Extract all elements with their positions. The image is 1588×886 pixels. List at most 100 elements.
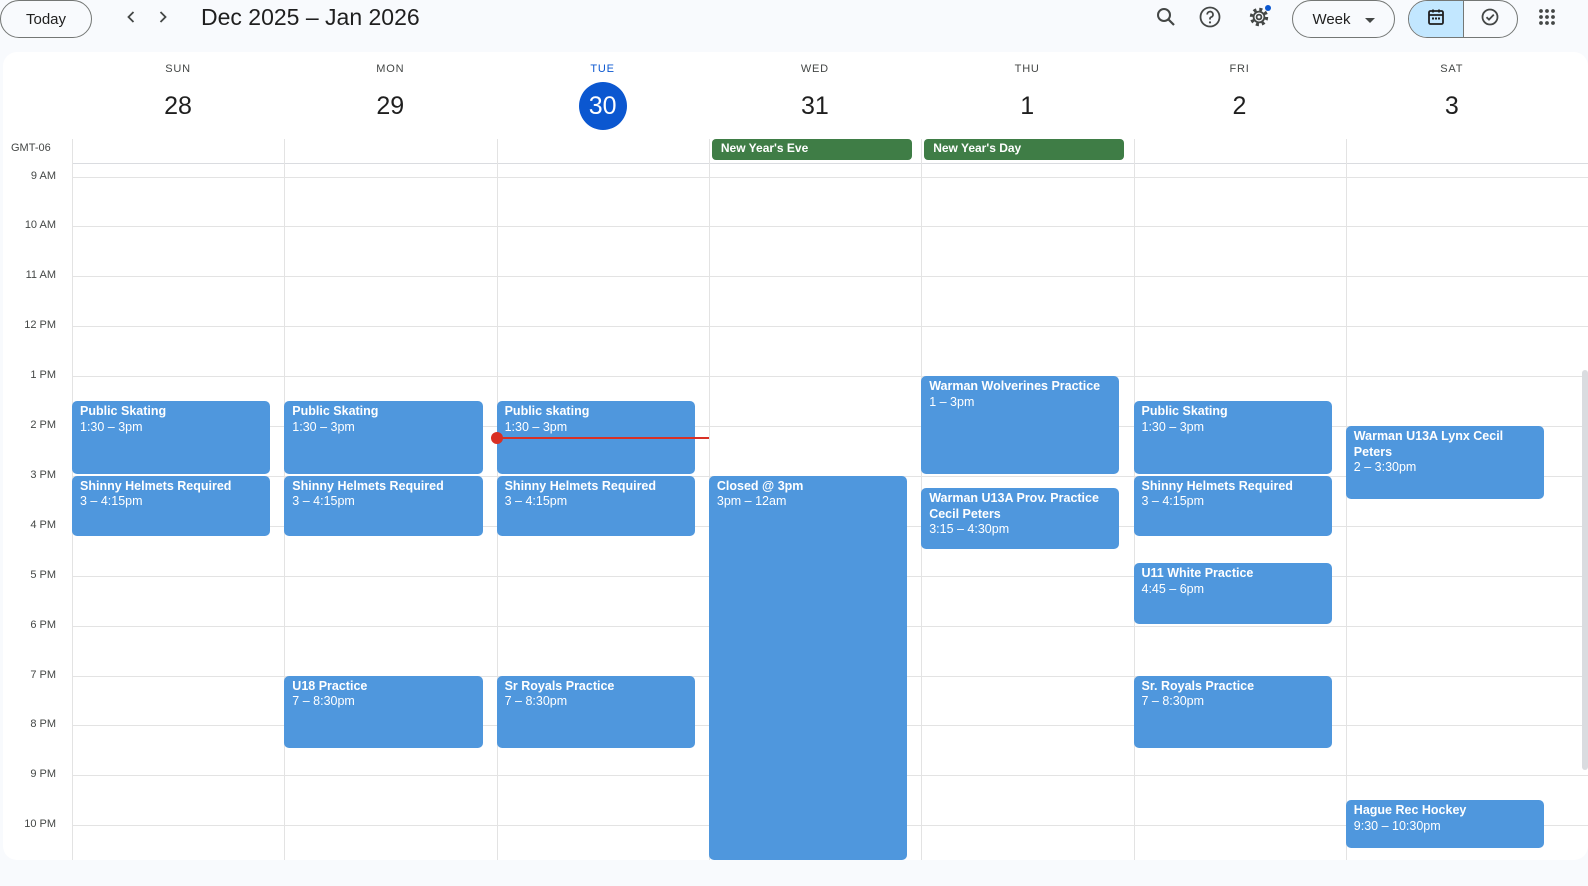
view-selector[interactable]: Week: [1292, 0, 1395, 38]
event-title: Sr Royals Practice: [504, 678, 615, 693]
hour-label: 9 PM: [30, 768, 56, 781]
date-number[interactable]: 31: [791, 82, 839, 130]
event-time: 7 – 8:30pm: [292, 694, 355, 708]
calendar-event[interactable]: Public Skating 1:30 – 3pm: [72, 401, 271, 474]
event-time: 1:30 – 3pm: [292, 419, 355, 434]
calendar-event[interactable]: Shinny Helmets Required 3 – 4:15pm: [72, 475, 271, 537]
event-title: Public Skating: [80, 404, 167, 419]
date-range-title: Dec 2025 – Jan 2026: [201, 4, 420, 30]
calendar-event[interactable]: Closed @ 3pm 3pm – 12am: [708, 475, 908, 860]
event-title: Shinny Helmets Required: [292, 478, 444, 493]
hour-label: 8 PM: [30, 718, 56, 731]
day-of-week-label: THU: [1014, 63, 1040, 75]
date-number[interactable]: 1: [1003, 82, 1051, 130]
hour-label: 6 PM: [30, 618, 56, 631]
hour-label: 10 AM: [24, 219, 56, 232]
calendar-event[interactable]: Warman Wolverines Practice 1 – 3pm: [921, 376, 1120, 474]
calendar-event[interactable]: Shinny Helmets Required 3 – 4:15pm: [1133, 475, 1332, 537]
calendar-event[interactable]: U18 Practice 7 – 8:30pm: [284, 675, 483, 749]
today-date-number[interactable]: 30: [578, 82, 627, 130]
event-title: Sr. Royals Practice: [1141, 678, 1255, 693]
scrollbar[interactable]: [1582, 370, 1588, 770]
current-time-line: [496, 437, 709, 440]
event-time: 9:30 – 10:30pm: [1353, 818, 1441, 833]
date-number[interactable]: 28: [154, 82, 202, 130]
caret-down-icon: [1364, 11, 1375, 28]
event-time: 3 – 4:15pm: [80, 494, 143, 509]
event-title: U11 White Practice: [1141, 566, 1254, 581]
date-number[interactable]: 3: [1428, 82, 1476, 130]
hour-gridline: [72, 376, 1588, 378]
day-of-week-label: MON: [376, 63, 405, 75]
date-number[interactable]: 2: [1216, 82, 1264, 130]
tasks-view-button[interactable]: [1462, 1, 1518, 37]
calendar-icon: [1426, 7, 1446, 32]
apps-button[interactable]: [1531, 3, 1563, 35]
event-time: 7 – 8:30pm: [1141, 694, 1205, 708]
hour-label: 4 PM: [30, 518, 56, 531]
apps-grid-icon: [1538, 8, 1556, 31]
hour-label: 2 PM: [30, 419, 56, 431]
next-week-button[interactable]: [148, 4, 178, 34]
hour-label: 12 PM: [24, 319, 56, 332]
event-title: Shinny Helmets Required: [1141, 478, 1293, 493]
all-day-divider: [72, 163, 1588, 164]
event-title: Shinny Helmets Required: [504, 478, 657, 493]
hour-gridline: [72, 326, 1588, 328]
calendar-event[interactable]: Warman U13A Prov. Practice Cecil Peters 3…: [921, 488, 1120, 549]
day-of-week-label: SAT: [1440, 63, 1464, 75]
date-number[interactable]: 29: [366, 82, 414, 130]
calendar-event[interactable]: Shinny Helmets Required 3 – 4:15pm: [496, 475, 695, 537]
day-header-thu: THU 1: [921, 52, 1133, 136]
calendar-event[interactable]: Warman U13A Lynx Cecil Peters 2 – 3:30pm: [1345, 426, 1545, 499]
calendar-tasks-toggle: [1408, 0, 1518, 38]
event-time: 3 – 4:15pm: [504, 494, 568, 509]
view-selector-label: Week: [1312, 10, 1351, 28]
event-time: 3pm – 12am: [716, 494, 787, 509]
calendar-event[interactable]: Sr. Royals Practice 7 – 8:30pm: [1133, 675, 1332, 749]
settings-notification-dot: [1265, 5, 1271, 11]
event-time: 2 – 3:30pm: [1353, 460, 1417, 474]
day-of-week-label: WED: [800, 63, 829, 75]
hour-label: 11 AM: [25, 269, 56, 282]
hour-gridline: [72, 176, 1588, 178]
hour-gridline: [72, 276, 1588, 278]
chevron-left-icon: [123, 9, 139, 30]
search-button[interactable]: [1150, 3, 1182, 35]
event-title: Warman U13A Lynx Cecil Peters: [1353, 429, 1504, 459]
event-time: 7 – 8:30pm: [504, 694, 568, 708]
day-of-week-label: FRI: [1229, 63, 1250, 75]
previous-week-button[interactable]: [116, 4, 146, 34]
calendar-event[interactable]: U11 White Practice 4:45 – 6pm: [1133, 563, 1332, 624]
calendar-view-button[interactable]: [1409, 1, 1463, 37]
event-time: 3 – 4:15pm: [292, 494, 355, 509]
today-button[interactable]: Today: [0, 0, 92, 38]
calendar-event[interactable]: Public Skating 1:30 – 3pm: [1133, 401, 1332, 474]
hour-label: 3 PM: [30, 468, 56, 481]
event-time: 3 – 4:15pm: [1141, 494, 1205, 509]
calendar-event[interactable]: Hague Rec Hockey 9:30 – 10:30pm: [1345, 800, 1545, 849]
event-time: 3:15 – 4:30pm: [929, 522, 1010, 537]
day-of-week-label: SUN: [165, 63, 191, 75]
timezone-label: GMT-06: [11, 142, 51, 154]
settings-button[interactable]: [1243, 3, 1275, 35]
help-button[interactable]: [1194, 3, 1226, 35]
event-title: Closed @ 3pm: [716, 478, 804, 493]
calendar-event[interactable]: Sr Royals Practice 7 – 8:30pm: [496, 675, 695, 749]
top-toolbar: Today Dec 2025 – Jan 2026 Week: [0, 0, 1588, 38]
event-time: 1:30 – 3pm: [504, 419, 568, 434]
day-header-sat: SAT 3: [1346, 52, 1558, 136]
hour-gridline: [72, 226, 1588, 228]
hour-label: 5 PM: [30, 568, 56, 581]
hour-label: 7 PM: [30, 668, 56, 681]
hour-label: 1 PM: [30, 369, 56, 382]
calendar-event[interactable]: Shinny Helmets Required 3 – 4:15pm: [284, 475, 483, 537]
calendar-event[interactable]: Public Skating 1:30 – 3pm: [284, 401, 483, 474]
all-day-event[interactable]: New Year's Day: [924, 139, 1125, 160]
hour-label: 9 AM: [30, 169, 56, 182]
day-header-fri: FRI 2: [1134, 52, 1346, 136]
all-day-event[interactable]: New Year's Eve: [711, 139, 913, 160]
day-header-sun: SUN 28: [72, 52, 284, 136]
event-title: Public skating: [504, 404, 590, 419]
tasks-icon: [1480, 7, 1500, 32]
